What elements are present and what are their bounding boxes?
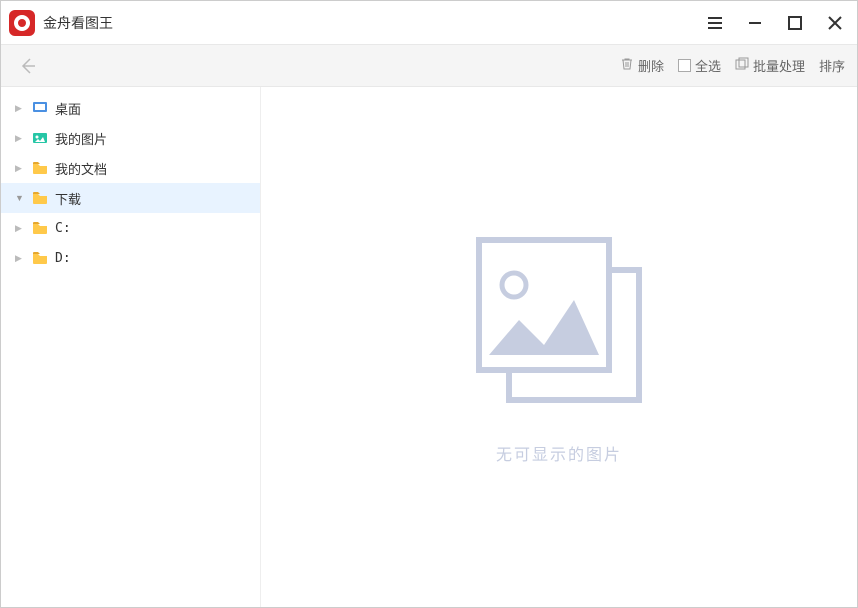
- sidebar-item-drive-d[interactable]: ▶ D:: [1, 243, 260, 273]
- empty-state-text: 无可显示的图片: [496, 441, 622, 465]
- batch-label: 批量处理: [753, 56, 805, 75]
- content: ▶ 桌面 ▶ 我的图片 ▶ 我的文档 ▼ 下载: [1, 87, 857, 607]
- window-controls: [701, 9, 849, 37]
- sidebar-item-label: 我的图片: [55, 129, 107, 148]
- folder-open-icon: [31, 189, 49, 207]
- sidebar-item-desktop[interactable]: ▶ 桌面: [1, 93, 260, 123]
- chevron-right-icon: ▶: [15, 133, 25, 144]
- app-title: 金舟看图王: [43, 13, 113, 33]
- select-all-label: 全选: [695, 56, 721, 75]
- desktop-icon: [31, 99, 49, 117]
- chevron-right-icon: ▶: [15, 163, 25, 174]
- close-button[interactable]: [821, 9, 849, 37]
- main-panel: 无可显示的图片: [261, 87, 857, 607]
- sidebar-item-label: D:: [55, 251, 71, 266]
- folder-icon: [31, 219, 49, 237]
- menu-button[interactable]: [701, 9, 729, 37]
- pictures-icon: [31, 129, 49, 147]
- sidebar-item-label: 我的文档: [55, 159, 107, 178]
- trash-icon: [620, 57, 634, 74]
- sort-button[interactable]: 排序: [819, 56, 845, 75]
- sidebar: ▶ 桌面 ▶ 我的图片 ▶ 我的文档 ▼ 下载: [1, 87, 261, 607]
- titlebar: 金舟看图王: [1, 1, 857, 45]
- sidebar-item-drive-c[interactable]: ▶ C:: [1, 213, 260, 243]
- batch-icon: [735, 57, 749, 74]
- sidebar-item-label: C:: [55, 221, 71, 236]
- sort-label: 排序: [819, 56, 845, 75]
- sidebar-item-pictures[interactable]: ▶ 我的图片: [1, 123, 260, 153]
- empty-state-illustration: [459, 230, 659, 423]
- delete-button[interactable]: 删除: [620, 56, 664, 75]
- chevron-right-icon: ▶: [15, 103, 25, 114]
- minimize-button[interactable]: [741, 9, 769, 37]
- delete-label: 删除: [638, 56, 664, 75]
- maximize-button[interactable]: [781, 9, 809, 37]
- checkbox-icon: [678, 59, 691, 72]
- sidebar-item-downloads[interactable]: ▼ 下载: [1, 183, 260, 213]
- chevron-down-icon: ▼: [15, 193, 25, 203]
- sidebar-item-documents[interactable]: ▶ 我的文档: [1, 153, 260, 183]
- chevron-right-icon: ▶: [15, 223, 25, 234]
- folder-icon: [31, 159, 49, 177]
- toolbar: 删除 全选 批量处理 排序: [1, 45, 857, 87]
- back-button[interactable]: [13, 52, 41, 80]
- sidebar-item-label: 桌面: [55, 99, 81, 118]
- folder-icon: [31, 249, 49, 267]
- chevron-right-icon: ▶: [15, 253, 25, 264]
- batch-button[interactable]: 批量处理: [735, 56, 805, 75]
- app-icon: [9, 10, 35, 36]
- select-all-button[interactable]: 全选: [678, 56, 721, 75]
- sidebar-item-label: 下载: [55, 189, 81, 208]
